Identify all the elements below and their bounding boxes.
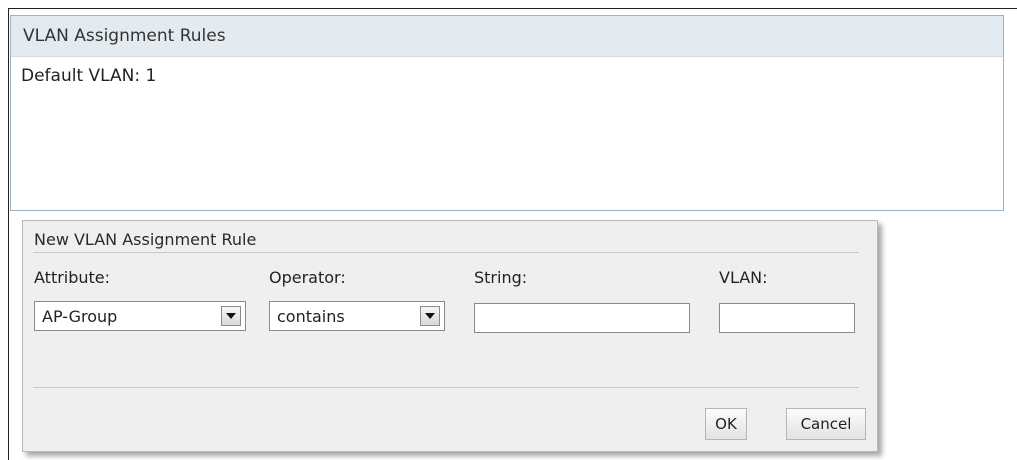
default-vlan-text: Default VLAN: 1 [21, 66, 157, 86]
vlan-input[interactable] [719, 303, 855, 333]
dialog-title: New VLAN Assignment Rule [34, 230, 257, 249]
dialog-title-divider [33, 252, 859, 253]
screen-edge-top [8, 8, 1017, 9]
new-vlan-rule-dialog: New VLAN Assignment Rule Attribute: AP-G… [22, 220, 878, 452]
string-input[interactable] [474, 303, 690, 333]
attribute-select[interactable]: AP-Group [34, 301, 246, 331]
operator-selected-value: contains [277, 306, 345, 326]
screen-edge-left [8, 8, 9, 460]
vlan-assignment-rules-panel: VLAN Assignment Rules Default VLAN: 1 [10, 15, 1004, 211]
chevron-down-icon[interactable] [221, 306, 241, 326]
attribute-selected-value: AP-Group [42, 306, 118, 326]
ok-button[interactable]: OK [705, 408, 747, 440]
rules-panel-title: VLAN Assignment Rules [23, 26, 226, 46]
rules-panel-body: Default VLAN: 1 [11, 57, 1003, 86]
cancel-button[interactable]: Cancel [786, 408, 866, 440]
string-label: String: [474, 268, 528, 287]
dialog-footer-divider [33, 387, 859, 388]
attribute-label: Attribute: [34, 268, 111, 287]
rules-panel-header: VLAN Assignment Rules [11, 16, 1003, 57]
chevron-down-icon[interactable] [420, 306, 440, 326]
vlan-label: VLAN: [719, 268, 768, 287]
operator-select[interactable]: contains [269, 301, 445, 331]
operator-label: Operator: [269, 268, 346, 287]
